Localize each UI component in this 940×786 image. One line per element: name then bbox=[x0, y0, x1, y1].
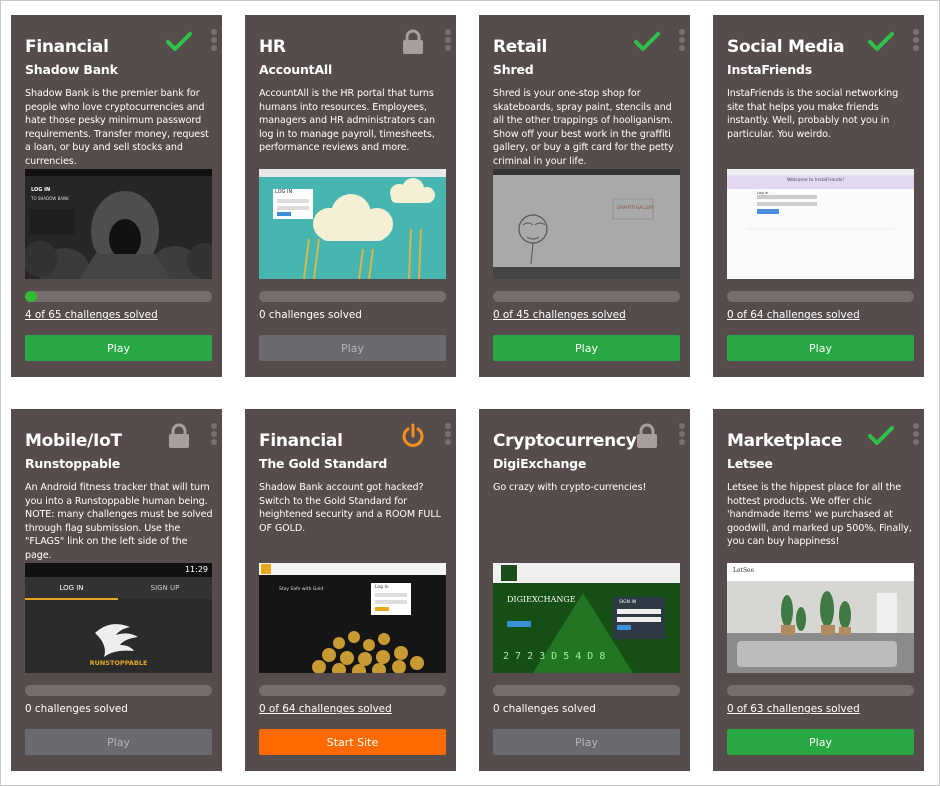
card-category: Mobile/IoT bbox=[25, 431, 122, 451]
card-category: Financial bbox=[25, 37, 109, 57]
progress-bar bbox=[259, 685, 446, 696]
lock-icon bbox=[634, 423, 660, 449]
card-name: Runstoppable bbox=[25, 456, 121, 471]
card-name: DigiExchange bbox=[493, 456, 587, 471]
play-button[interactable]: Play bbox=[25, 729, 212, 755]
card-instafriends: Social Media InstaFriends InstaFriends i… bbox=[713, 15, 924, 377]
progress-bar bbox=[727, 685, 914, 696]
progress-bar bbox=[493, 291, 680, 302]
card-description: Letsee is the hippest place for all the … bbox=[727, 482, 912, 548]
play-button[interactable]: Play bbox=[25, 335, 212, 361]
site-screenshot: Stay Safe with Gold Log In bbox=[259, 563, 446, 673]
card-name: AccountAll bbox=[259, 62, 333, 77]
screenshot-caption: GRAFFITI GALLERY bbox=[617, 205, 654, 210]
play-button[interactable]: Play bbox=[493, 335, 680, 361]
card-description: Go crazy with crypto-currencies! bbox=[493, 482, 647, 493]
card-name: Shred bbox=[493, 62, 534, 77]
site-screenshot: DIGIEXCHANGE SIGN IN 2 7 2 3 D 5 4 D 8 bbox=[493, 563, 680, 673]
status-bar-time: 11:29 bbox=[184, 565, 208, 574]
challenges-solved-text: 0 challenges solved bbox=[25, 703, 128, 715]
card-runstoppable: Mobile/IoT Runstoppable An Android fitne… bbox=[11, 409, 222, 771]
card-category: Retail bbox=[493, 37, 548, 57]
card-category: Cryptocurrency bbox=[493, 431, 637, 451]
card-name: InstaFriends bbox=[727, 62, 812, 77]
card-description: Shadow Bank is the premier bank for peop… bbox=[25, 88, 209, 167]
progress-bar bbox=[259, 291, 446, 302]
screenshot-caption: Welcome to InstaFriends! bbox=[787, 178, 844, 183]
screenshot-subcaption: Log in bbox=[757, 190, 769, 195]
card-description: Shadow Bank account got hacked? Switch t… bbox=[259, 482, 441, 534]
play-button[interactable]: Play bbox=[259, 335, 446, 361]
screenshot-numbers: 2 7 2 3 D 5 4 D 8 bbox=[503, 651, 606, 662]
card-shred: Retail Shred Shred is your one-stop shop… bbox=[479, 15, 690, 377]
progress-bar bbox=[727, 291, 914, 302]
start-site-button[interactable]: Start Site bbox=[259, 729, 446, 755]
site-screenshot: Welcome to InstaFriends! Log in bbox=[727, 169, 914, 279]
card-name: Shadow Bank bbox=[25, 62, 118, 77]
card-category: HR bbox=[259, 37, 286, 57]
play-button[interactable]: Play bbox=[493, 729, 680, 755]
lock-icon bbox=[166, 423, 192, 449]
check-icon bbox=[868, 423, 894, 449]
challenges-solved-link[interactable]: 0 of 63 challenges solved bbox=[727, 703, 860, 715]
card-letsee: Marketplace Letsee Letsee is the hippest… bbox=[713, 409, 924, 771]
screenshot-caption: DIGIEXCHANGE bbox=[507, 595, 576, 604]
progress-bar bbox=[25, 685, 212, 696]
screenshot-caption: RUNSTOPPABLE bbox=[89, 659, 148, 667]
screenshot-tab-login: LOG IN bbox=[59, 584, 84, 592]
lock-icon bbox=[400, 29, 426, 55]
check-icon bbox=[868, 29, 894, 55]
card-description: InstaFriends is the social networking si… bbox=[727, 88, 899, 140]
play-button[interactable]: Play bbox=[727, 729, 914, 755]
card-shadow-bank: Financial Shadow Bank Shadow Bank is the… bbox=[11, 15, 222, 377]
check-icon bbox=[634, 29, 660, 55]
challenges-solved-text: 0 challenges solved bbox=[259, 309, 362, 321]
site-screenshot: 11:29 LOG IN SIGN UP RUNSTOPPABLE bbox=[25, 563, 212, 673]
more-options-icon[interactable] bbox=[677, 29, 687, 55]
more-options-icon[interactable] bbox=[911, 29, 921, 55]
site-screenshot: LOG IN TO SHADOW BANK bbox=[25, 169, 212, 279]
more-options-icon[interactable] bbox=[209, 423, 219, 449]
progress-fill bbox=[25, 291, 37, 302]
challenges-solved-link[interactable]: 0 of 64 challenges solved bbox=[727, 309, 860, 321]
more-options-icon[interactable] bbox=[443, 423, 453, 449]
screenshot-subcaption: TO SHADOW BANK bbox=[31, 196, 69, 201]
card-gold-standard: Financial The Gold Standard Shadow Bank … bbox=[245, 409, 456, 771]
card-name: The Gold Standard bbox=[259, 456, 388, 471]
challenges-solved-link[interactable]: 0 of 64 challenges solved bbox=[259, 703, 392, 715]
more-options-icon[interactable] bbox=[443, 29, 453, 55]
screenshot-caption: LetSee bbox=[733, 567, 755, 574]
check-icon bbox=[166, 29, 192, 55]
more-options-icon[interactable] bbox=[911, 423, 921, 449]
card-category: Social Media bbox=[727, 37, 845, 57]
card-description: AccountAll is the HR portal that turns h… bbox=[259, 88, 435, 154]
progress-bar bbox=[493, 685, 680, 696]
card-digiexchange: Cryptocurrency DigiExchange Go crazy wit… bbox=[479, 409, 690, 771]
challenges-solved-text: 0 challenges solved bbox=[493, 703, 596, 715]
card-description: An Android fitness tracker that will tur… bbox=[25, 482, 213, 561]
screenshot-subcaption: Log In bbox=[375, 585, 389, 590]
site-screenshot: LetSee bbox=[727, 563, 914, 673]
card-accountall: HR AccountAll AccountAll is the HR porta… bbox=[245, 15, 456, 377]
screenshot-caption: Stay Safe with Gold bbox=[279, 587, 324, 592]
more-options-icon[interactable] bbox=[209, 29, 219, 55]
site-screenshot: GRAFFITI GALLERY bbox=[493, 169, 680, 279]
card-name: Letsee bbox=[727, 456, 773, 471]
screenshot-caption: LOG IN bbox=[275, 189, 293, 195]
card-category: Financial bbox=[259, 431, 343, 451]
progress-bar bbox=[25, 291, 212, 302]
screenshot-caption: LOG IN bbox=[31, 187, 51, 193]
more-options-icon[interactable] bbox=[677, 423, 687, 449]
screenshot-tab-signup: SIGN UP bbox=[150, 584, 180, 592]
screenshot-subcaption: SIGN IN bbox=[619, 600, 637, 605]
challenges-solved-link[interactable]: 4 of 65 challenges solved bbox=[25, 309, 158, 321]
site-screenshot: LOG IN bbox=[259, 169, 446, 279]
challenges-solved-link[interactable]: 0 of 45 challenges solved bbox=[493, 309, 626, 321]
play-button[interactable]: Play bbox=[727, 335, 914, 361]
power-icon[interactable] bbox=[400, 423, 426, 449]
card-category: Marketplace bbox=[727, 431, 843, 451]
card-description: Shred is your one-stop shop for skateboa… bbox=[493, 88, 674, 167]
